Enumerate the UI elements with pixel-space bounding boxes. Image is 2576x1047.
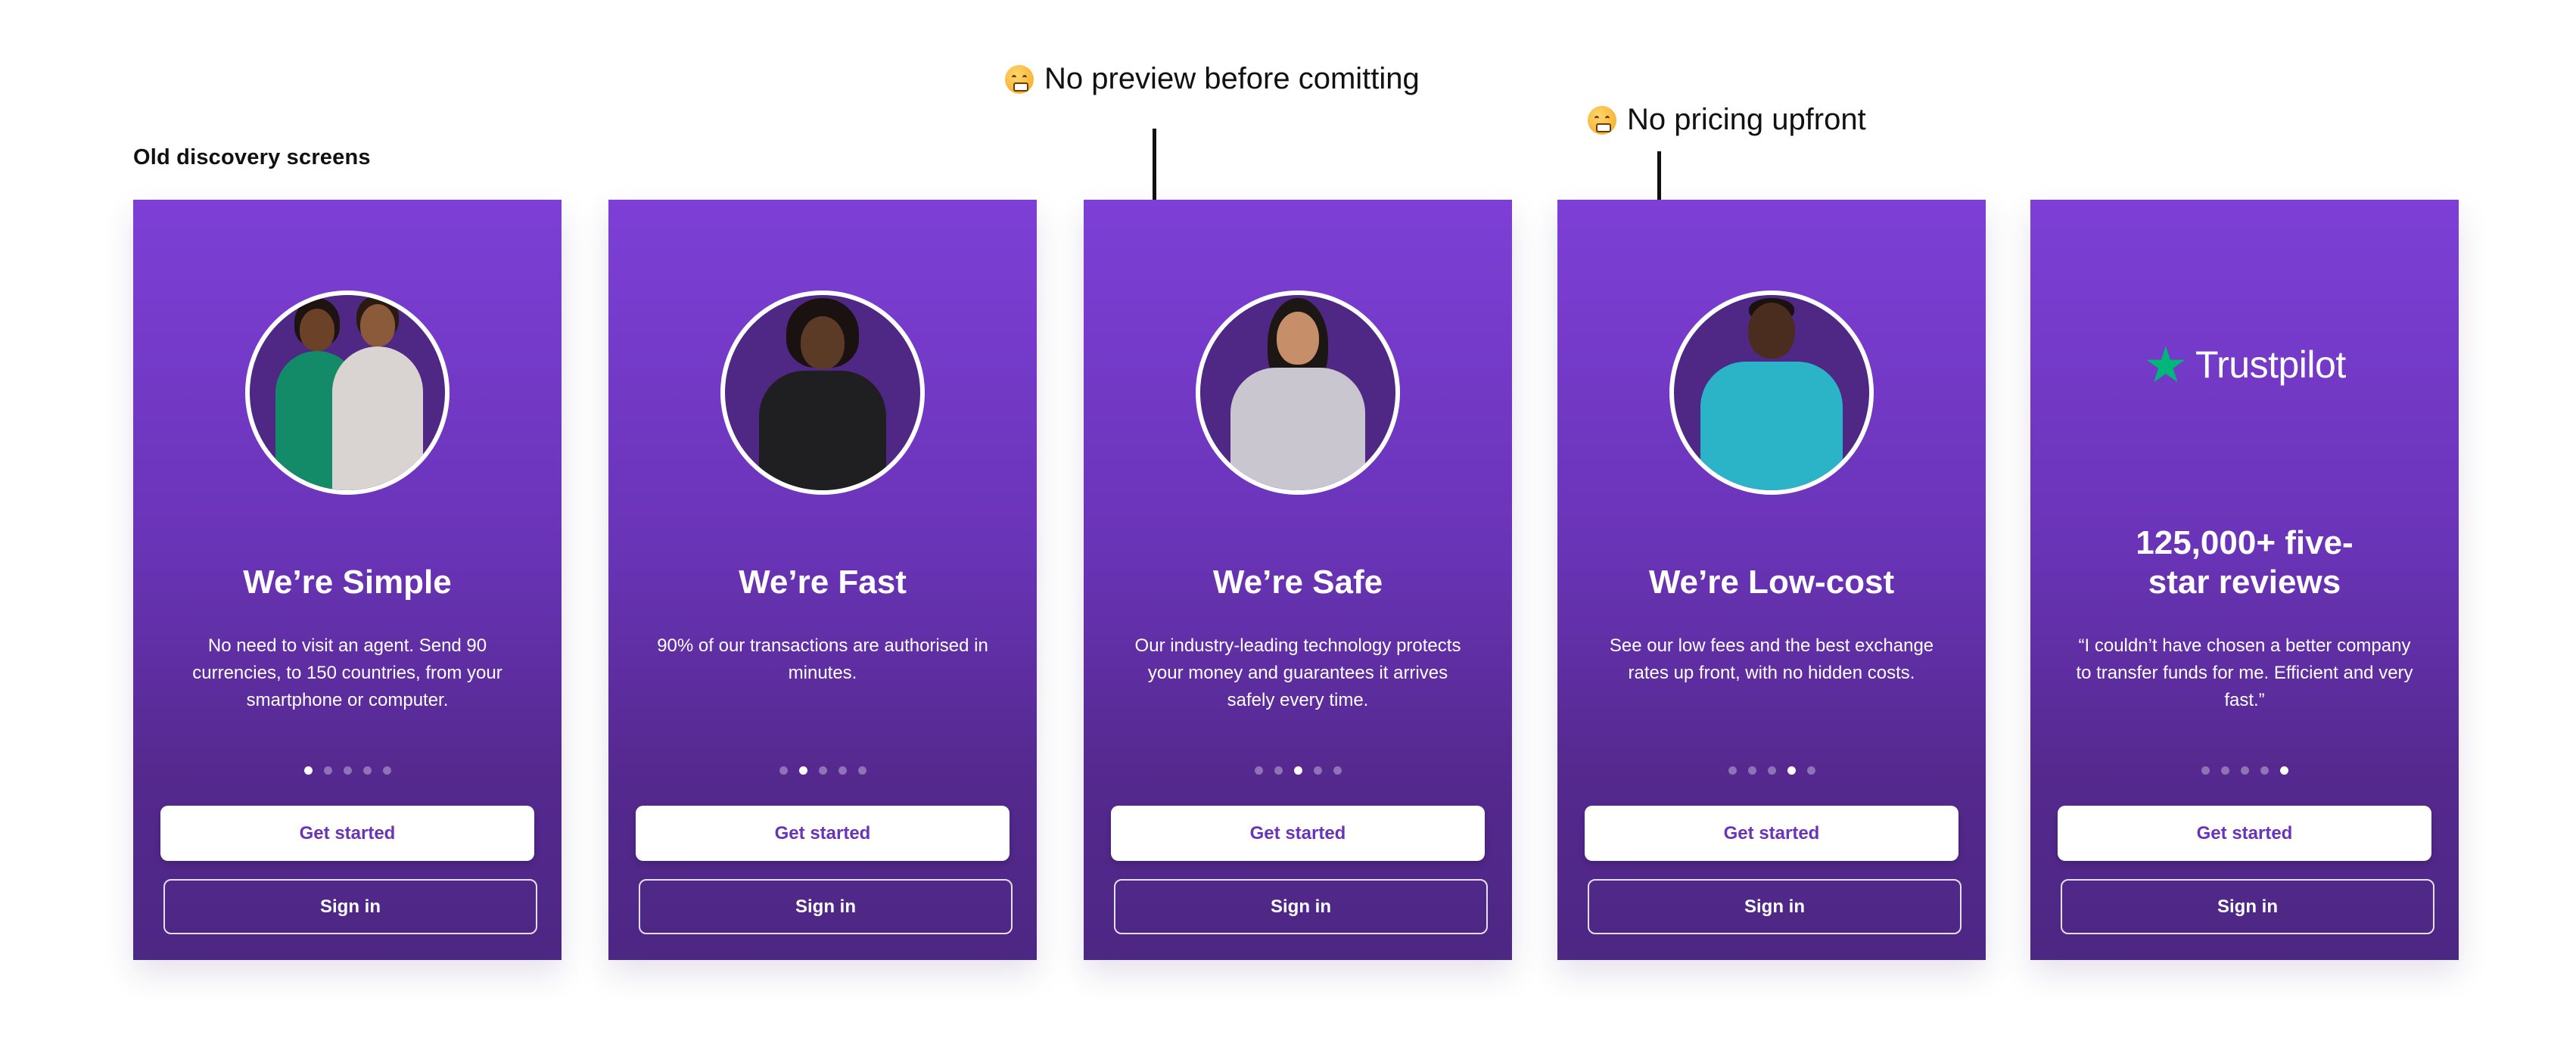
screen-description: See our low fees and the best exchange r…	[1609, 635, 1934, 683]
page-dot	[857, 766, 866, 775]
sign-in-button[interactable]: Sign in	[163, 879, 537, 934]
screen-description: 90% of our transactions are authorised i…	[657, 635, 988, 683]
section-title: Old discovery screens	[133, 145, 371, 169]
anguished-face-icon	[1005, 64, 1034, 94]
discovery-screen-fast: We’re Fast 90% of our transactions are a…	[608, 200, 1037, 960]
page-dot	[2220, 766, 2229, 775]
get-started-button[interactable]: Get started	[2058, 806, 2431, 861]
page-dot	[1293, 766, 1302, 775]
trustpilot-wordmark: Trustpilot	[2195, 343, 2346, 386]
page-dot	[323, 766, 332, 775]
discovery-screen-safe: We’re Safe Our industry-leading technolo…	[1084, 200, 1512, 960]
page-dot	[1787, 766, 1796, 775]
screen-description: “I couldn’t have chosen a better company…	[2076, 635, 2413, 710]
discovery-screen-simple: We’re Simple No need to visit an agent. …	[133, 200, 562, 960]
page-dot	[2279, 766, 2288, 775]
get-started-button[interactable]: Get started	[1111, 806, 1485, 861]
page-indicator	[133, 766, 562, 775]
page-indicator	[608, 766, 1037, 775]
discovery-screen-reviews: ★ Trustpilot 125,000+ five-star reviews …	[2030, 200, 2459, 960]
annotation-text: No preview before comitting	[1044, 62, 1420, 95]
page-dot	[343, 766, 352, 775]
page-dot	[2260, 766, 2269, 775]
page-indicator	[2030, 766, 2459, 775]
sign-in-button[interactable]: Sign in	[1114, 879, 1488, 934]
get-started-button[interactable]: Get started	[636, 806, 1010, 861]
screen-description: No need to visit an agent. Send 90 curre…	[192, 635, 502, 710]
get-started-button[interactable]: Get started	[160, 806, 534, 861]
sign-in-button[interactable]: Sign in	[1588, 879, 1962, 934]
screen-title: 125,000+ five-star reviews	[2136, 524, 2354, 601]
woman-holding-phone-avatar	[1196, 290, 1400, 495]
page-dot	[818, 766, 827, 775]
page-dot	[1254, 766, 1263, 775]
annotation-no-pricing: No pricing upfront	[1588, 103, 1866, 137]
woman-with-phone-avatar	[720, 290, 925, 495]
screen-title: We’re Low-cost	[1648, 564, 1895, 601]
page-dot	[1333, 766, 1342, 775]
annotation-no-preview: No preview before comitting	[1005, 62, 1420, 96]
page-dot	[1313, 766, 1322, 775]
screen-title: We’re Fast	[739, 564, 907, 601]
page-indicator	[1084, 766, 1512, 775]
page-dot	[1806, 766, 1815, 775]
discovery-screen-low-cost: We’re Low-cost See our low fees and the …	[1557, 200, 1986, 960]
page-dot	[362, 766, 372, 775]
get-started-button[interactable]: Get started	[1585, 806, 1958, 861]
trustpilot-logo: ★ Trustpilot	[2030, 340, 2459, 390]
page-dot	[1728, 766, 1737, 775]
page-dot	[838, 766, 847, 775]
page-dot	[1274, 766, 1283, 775]
anguished-face-icon	[1588, 105, 1616, 135]
sign-in-button[interactable]: Sign in	[639, 879, 1013, 934]
sign-in-button[interactable]: Sign in	[2061, 879, 2434, 934]
annotation-text: No pricing upfront	[1627, 103, 1866, 136]
page-dot	[798, 766, 807, 775]
page-indicator	[1557, 766, 1986, 775]
screen-title: We’re Simple	[243, 564, 452, 601]
page-dot	[1767, 766, 1776, 775]
page-dot	[303, 766, 313, 775]
page-dot	[1747, 766, 1756, 775]
page-dot	[779, 766, 788, 775]
page-dot	[2201, 766, 2210, 775]
page-dot	[2240, 766, 2249, 775]
man-with-phone-avatar	[1669, 290, 1874, 495]
two-women-with-phone-avatar	[245, 290, 450, 495]
screen-description: Our industry-leading technology protects…	[1134, 635, 1461, 710]
star-icon: ★	[2143, 337, 2188, 393]
screen-title: We’re Safe	[1212, 564, 1383, 601]
page-dot	[382, 766, 391, 775]
